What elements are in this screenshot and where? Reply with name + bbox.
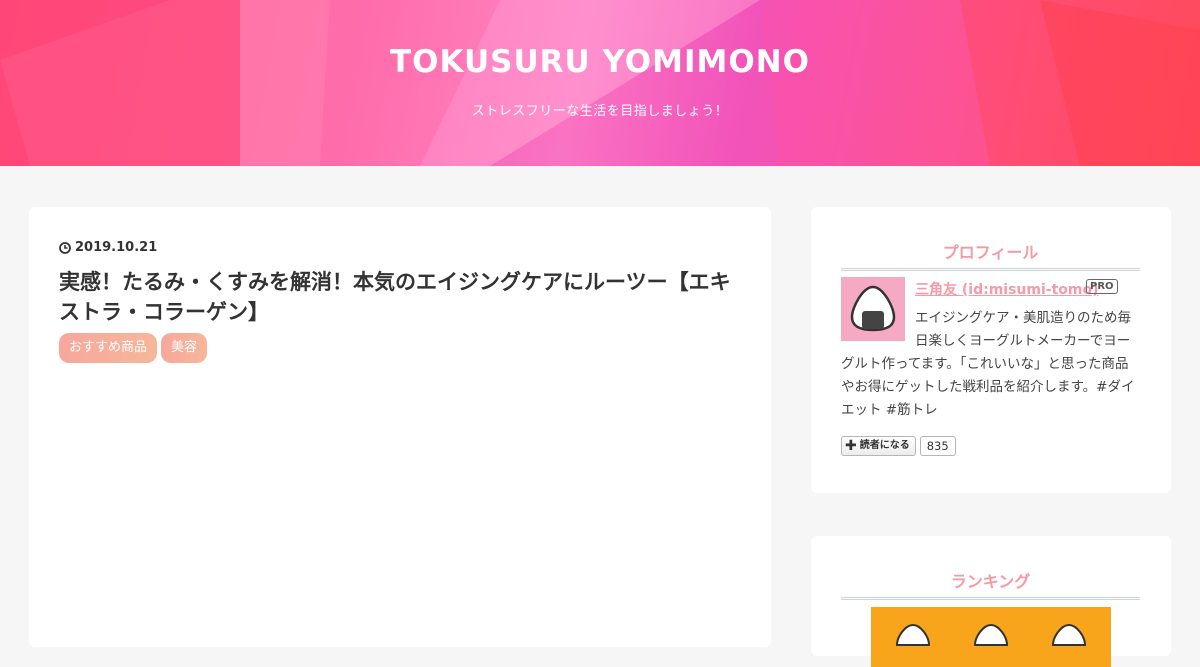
subscribe-label: 読者になる [859,440,910,451]
blog-title-link[interactable]: TOKUSURU YOMIMONO [0,44,1200,80]
entry-date[interactable]: 2019.10.21 [59,240,157,255]
entry-date-text: 2019.10.21 [75,240,158,255]
clock-icon [59,241,71,254]
category-list: おすすめ商品 美容 [59,333,208,363]
ranking-banner[interactable] [871,607,1111,667]
ranking-module: ランキング [811,536,1171,667]
subscribe-button[interactable]: ✚ 読者になる [841,436,916,456]
ranking-heading: ランキング [841,568,1140,600]
ranking-banner-onigiri-icons [895,623,1087,646]
site-header: TOKUSURU YOMIMONO ストレスフリーな生活を目指しましょう！ [0,0,1200,166]
profile-name-link[interactable]: 三角友 (id:misumi-tomo) [915,279,1099,299]
plus-icon: ✚ [845,438,857,454]
category-tag[interactable]: おすすめ商品 [59,333,158,363]
profile-description: エイジングケア・美肌造りのため毎日楽しくヨーグルトメーカーでヨーグルト作ってます… [841,307,1141,422]
profile-module: プロフィール 三角友 (id:misumi-tomo) PRO エイジングケア・… [811,207,1171,493]
profile-heading: プロフィール [841,239,1140,271]
article-card: 2019.10.21 実感！たるみ・くすみを解消！本気のエイジングケアにルーツー… [29,207,771,647]
pro-badge[interactable]: PRO [1086,279,1118,294]
header-polygon-background [0,0,1200,166]
category-tag[interactable]: 美容 [161,333,208,363]
subscribe-widget: ✚ 読者になる 835 [841,436,956,456]
entry-title[interactable]: 実感！たるみ・くすみを解消！本気のエイジングケアにルーツー【エキストラ・コラーゲ… [59,267,739,327]
blog-description: ストレスフリーな生活を目指しましょう！ [471,104,729,119]
subscriber-count: 835 [919,436,956,456]
